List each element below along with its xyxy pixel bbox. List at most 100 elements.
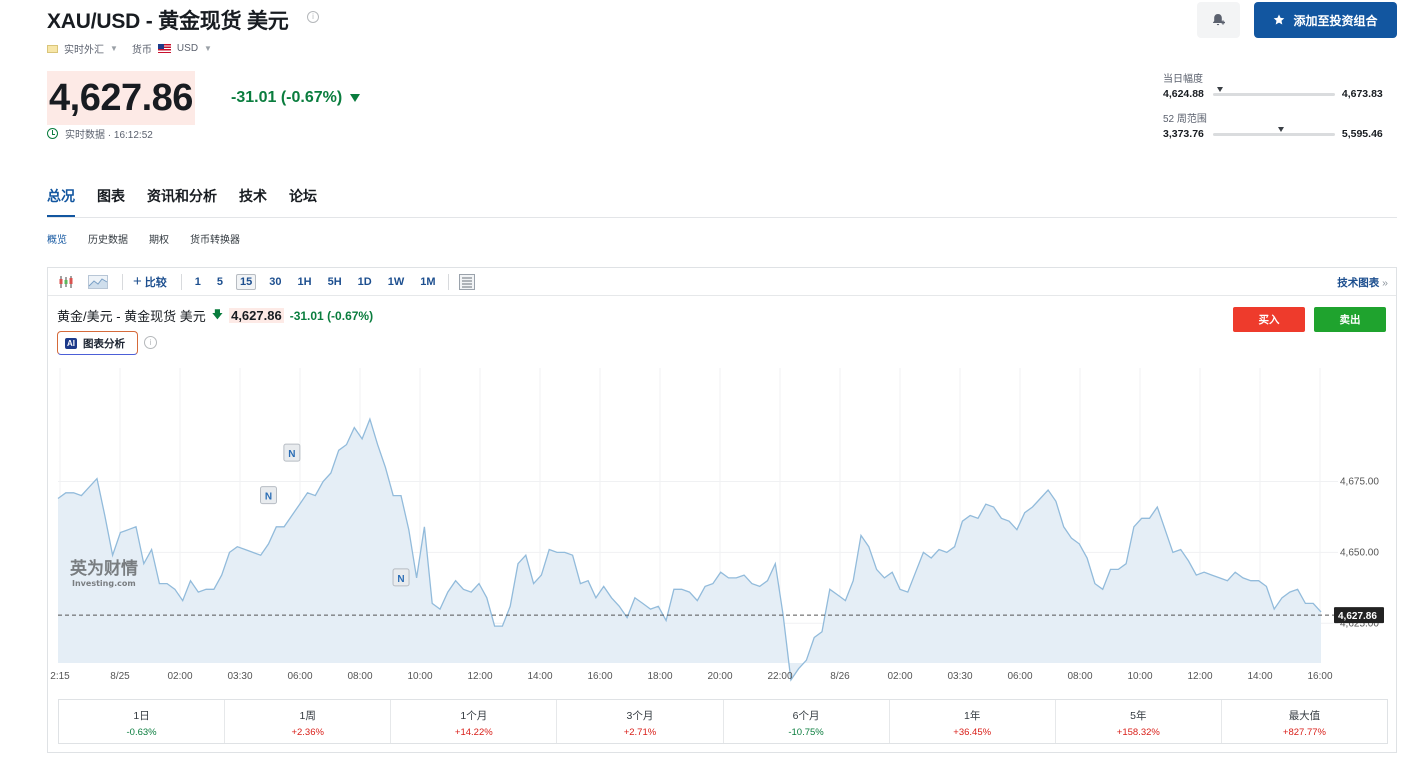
instrument-meta: 实时外汇 ▼ 货币 USD ▼ bbox=[47, 41, 220, 56]
perf-cell[interactable]: 6个月 -10.75% bbox=[724, 700, 890, 743]
perf-label: 3个月 bbox=[626, 710, 654, 722]
perf-value: -10.75% bbox=[788, 727, 824, 738]
y-tick-label: 4,675.00 bbox=[1340, 476, 1379, 487]
news-marker-label: N bbox=[288, 449, 295, 460]
perf-label: 1个月 bbox=[460, 710, 488, 722]
period-1h[interactable]: 1H bbox=[295, 275, 315, 289]
period-1[interactable]: 1 bbox=[192, 275, 204, 289]
perf-label: 1日 bbox=[133, 710, 150, 722]
forex-icon bbox=[47, 44, 58, 53]
tech-chart-label: 技术图表 bbox=[1337, 277, 1380, 289]
add-to-portfolio-button[interactable]: 添加至投资组合 bbox=[1254, 2, 1397, 38]
market-type[interactable]: 实时外汇 bbox=[64, 41, 104, 56]
period-5[interactable]: 5 bbox=[214, 275, 226, 289]
perf-value: -0.63% bbox=[126, 727, 157, 738]
perf-value: +2.71% bbox=[623, 727, 657, 738]
subtab-converter[interactable]: 货币转换器 bbox=[190, 231, 240, 246]
news-marker: N bbox=[260, 486, 277, 505]
watermark-cn: 英为财情 bbox=[70, 558, 138, 579]
chevron-down-icon[interactable]: ▼ bbox=[110, 44, 118, 53]
tab-news[interactable]: 资讯和分析 bbox=[147, 186, 217, 218]
tab-technical[interactable]: 技术 bbox=[239, 186, 267, 218]
news-marker: N bbox=[283, 443, 301, 462]
double-chevron-right-icon: » bbox=[1382, 277, 1388, 289]
down-arrow-icon bbox=[350, 94, 361, 102]
perf-cell[interactable]: 最大值 +827.77% bbox=[1222, 700, 1387, 743]
perf-cell[interactable]: 3个月 +2.71% bbox=[557, 700, 724, 743]
tabs-divider bbox=[47, 217, 1397, 218]
perf-cell[interactable]: 5年 +158.32% bbox=[1056, 700, 1222, 743]
x-tick-label: 08:00 bbox=[1067, 671, 1092, 682]
perf-label: 1周 bbox=[299, 710, 316, 722]
tab-forum[interactable]: 论坛 bbox=[289, 186, 317, 218]
x-tick-label: 20:00 bbox=[707, 671, 732, 682]
perf-cell[interactable]: 1年 +36.45% bbox=[890, 700, 1056, 743]
week52-range-low: 3,373.76 bbox=[1163, 128, 1204, 140]
period-5h[interactable]: 5H bbox=[325, 275, 345, 289]
tab-overview[interactable]: 总况 bbox=[47, 186, 75, 218]
area-chart-icon[interactable] bbox=[88, 274, 108, 289]
perf-label: 6个月 bbox=[792, 710, 820, 722]
add-to-portfolio-label: 添加至投资组合 bbox=[1293, 13, 1378, 28]
clock-icon bbox=[47, 128, 58, 139]
perf-cell[interactable]: 1个月 +14.22% bbox=[391, 700, 558, 743]
info-icon[interactable]: i bbox=[307, 11, 319, 23]
x-tick-label: 14:00 bbox=[527, 671, 552, 682]
y-axis-ticks: 4,675.004,650.004,625.00 bbox=[1340, 476, 1379, 629]
last-price-box: 4,627.86 bbox=[47, 71, 195, 125]
x-tick-label: 06:00 bbox=[287, 671, 312, 682]
perf-cell[interactable]: 1日 -0.63% bbox=[59, 700, 226, 743]
period-1d[interactable]: 1D bbox=[355, 275, 375, 289]
star-icon bbox=[1274, 14, 1285, 25]
day-range-low: 4,624.88 bbox=[1163, 88, 1204, 100]
plus-icon: + bbox=[133, 273, 142, 290]
period-30[interactable]: 30 bbox=[266, 275, 284, 289]
perf-value: +158.32% bbox=[1116, 727, 1160, 738]
perf-label: 1年 bbox=[964, 710, 981, 722]
perf-value: +827.77% bbox=[1282, 727, 1326, 738]
x-tick-label: 06:00 bbox=[1007, 671, 1032, 682]
sub-tabs: 概览 历史数据 期权 货币转换器 bbox=[47, 231, 240, 246]
buy-button[interactable]: 买入 bbox=[1233, 307, 1305, 332]
table-view-icon[interactable] bbox=[459, 273, 476, 290]
add-alert-button[interactable] bbox=[1197, 2, 1240, 38]
x-axis-ticks: 2:15 8/25 02:00 03:30 06:00 08:00 10:00 12:00 14… bbox=[50, 671, 1333, 682]
tech-chart-link[interactable]: 技术图表 » bbox=[1337, 275, 1388, 290]
period-15[interactable]: 15 bbox=[236, 273, 257, 290]
week52-range-marker bbox=[1278, 126, 1285, 132]
last-price: 4,627.86 bbox=[49, 77, 193, 119]
period-1m[interactable]: 1M bbox=[417, 275, 438, 289]
candlestick-icon[interactable] bbox=[58, 275, 74, 289]
chart-instrument-name: 黄金/美元 - 黄金现货 美元 bbox=[57, 309, 206, 324]
perf-value: +2.36% bbox=[291, 727, 324, 738]
sell-button[interactable]: 卖出 bbox=[1314, 307, 1386, 332]
us-flag-icon bbox=[157, 44, 171, 53]
news-marker: N bbox=[392, 568, 410, 587]
compare-label: 比较 bbox=[144, 276, 167, 289]
week52-range-bar bbox=[1212, 126, 1335, 136]
toolbar-divider bbox=[122, 273, 123, 290]
subtab-history[interactable]: 历史数据 bbox=[88, 231, 128, 246]
last-price-label-group: 4,627.86 bbox=[1334, 607, 1384, 624]
tab-chart[interactable]: 图表 bbox=[97, 186, 125, 218]
perf-cell[interactable]: 1周 +2.36% bbox=[225, 700, 392, 743]
day-range-label: 当日幅度 bbox=[1163, 74, 1203, 85]
week52-range: 52 周范围 3,373.76 5,595.46 bbox=[1163, 110, 1383, 140]
chevron-down-icon[interactable]: ▼ bbox=[204, 44, 212, 53]
price-chart[interactable]: 英为财情 Investing.com N N N 4,675.00 4,650.00 4… bbox=[48, 364, 1396, 694]
currency-value[interactable]: USD bbox=[177, 43, 198, 54]
performance-table: 1日 -0.63% 1周 +2.36% 1个月 +14.22% 3个月 +2.71% 6… bbox=[58, 699, 1388, 744]
perf-value: +14.22% bbox=[454, 727, 493, 738]
x-tick-label: 16:00 bbox=[1307, 671, 1332, 682]
x-tick-label: 02:00 bbox=[167, 671, 192, 682]
x-tick-label: 2:15 bbox=[50, 671, 70, 682]
ai-chart-analysis-button[interactable]: AI 图表分析 bbox=[57, 331, 138, 355]
period-1w[interactable]: 1W bbox=[385, 275, 408, 289]
compare-button[interactable]: + 比较 bbox=[133, 273, 167, 290]
chart-change: -31.01 (-0.67%) bbox=[289, 308, 374, 323]
perf-value: +36.45% bbox=[953, 727, 992, 738]
info-icon[interactable]: i bbox=[144, 336, 157, 349]
subtab-summary[interactable]: 概览 bbox=[47, 231, 67, 246]
x-tick-label: 8/25 bbox=[110, 671, 130, 682]
subtab-options[interactable]: 期权 bbox=[149, 231, 169, 246]
